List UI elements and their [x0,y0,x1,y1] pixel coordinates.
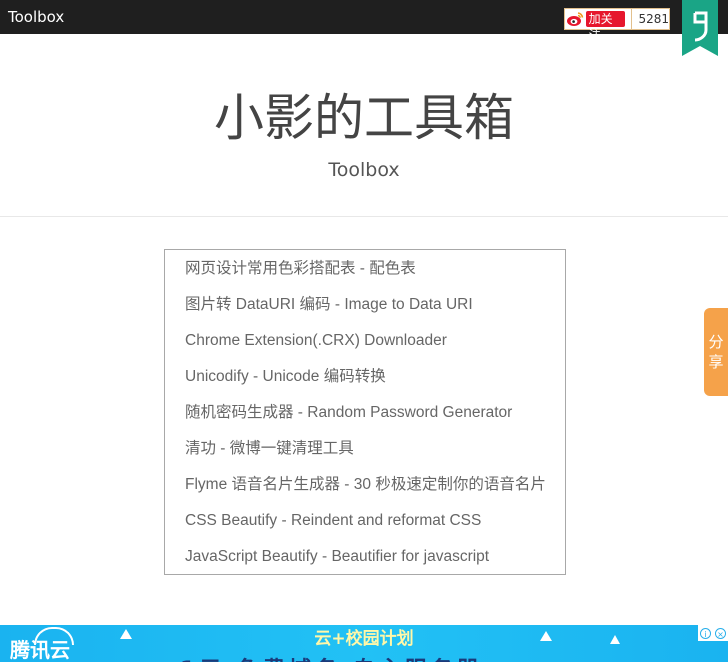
divider [0,216,728,217]
tool-link-css-beautify[interactable]: CSS Beautify - Reindent and reformat CSS [185,503,481,539]
page-title: 小影的工具箱 [214,89,514,147]
share-label-2: 享 [708,353,724,371]
tool-link-flyme-card[interactable]: Flyme 语音名片生成器 - 30 秒极速定制你的语音名片 [185,467,546,503]
close-icon[interactable]: × [715,627,726,639]
g-ribbon-icon[interactable] [682,0,718,56]
tool-link-crx-downloader[interactable]: Chrome Extension(.CRX) Downloader [185,323,447,359]
ad-controls: i × [698,625,728,641]
share-tab[interactable]: 分 享 [704,308,728,396]
top-bar: Toolbox 加关注 5281 [0,0,728,42]
tool-link-js-beautify[interactable]: JavaScript Beautify - Beautifier for jav… [185,539,489,575]
weibo-follower-count: 5281 [631,9,669,29]
tool-link-unicodify[interactable]: Unicodify - Unicode 编码转换 [185,359,386,395]
weibo-follow-widget[interactable]: 加关注 5281 [564,8,670,42]
tool-list: 网页设计常用色彩搭配表 - 配色表 图片转 DataURI 编码 - Image… [164,249,566,575]
share-label-1: 分 [708,333,724,351]
page-subtitle: Toolbox [328,159,400,181]
ad-headline: 云+校园计划 [314,629,414,649]
weibo-icon [565,9,586,29]
tool-link-datauri[interactable]: 图片转 DataURI 编码 - Image to Data URI [185,287,473,323]
tool-link-color-table[interactable]: 网页设计常用色彩搭配表 - 配色表 [185,251,416,287]
tool-link-password-generator[interactable]: 随机密码生成器 - Random Password Generator [185,395,512,431]
weibo-follow-button[interactable]: 加关注 [585,11,626,42]
ad-offer-text: 1元 免费域名 自主服务器 [180,652,483,662]
info-icon[interactable]: i [700,627,711,639]
site-title[interactable]: Toolbox [8,8,64,26]
tool-link-weibo-cleaner[interactable]: 清功 - 微博一键清理工具 [185,431,354,467]
ad-banner[interactable]: 腾讯云 云+校园计划 1元 免费域名 自主服务器 i × [0,625,728,662]
